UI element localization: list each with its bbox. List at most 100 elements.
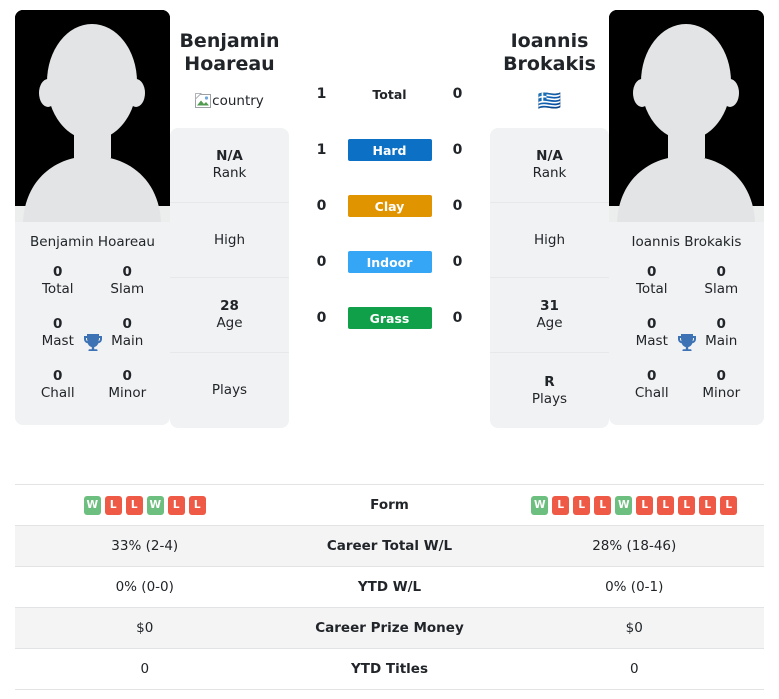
table-row-ytd-titles: 0 YTD Titles 0	[15, 649, 764, 690]
left-info-rank: N/A Rank	[170, 128, 289, 204]
right-title-chall-label: Chall	[634, 384, 669, 401]
left-info-age-value: 28	[220, 298, 239, 315]
left-form-badge-list: W L L W L L	[15, 495, 275, 515]
right-career-prize-money: $0	[625, 620, 643, 636]
left-titles-grid: 0 Total 0 Slam 0 Mast 0 Main 0 Chall 0 M…	[15, 260, 170, 425]
right-title-total-value: 0	[647, 264, 657, 281]
form-badge: L	[657, 495, 675, 515]
right-player-info-card: N/A Rank High 31 Age R Plays	[490, 128, 609, 429]
left-player-identity: Benjamin Hoareau country N/A Rank High 2…	[170, 10, 289, 429]
right-player-identity: Ioannis Brokakis 🇬🇷 N/A Rank High 31 Age	[490, 10, 609, 429]
surface-row-indoor: 0 Indoor 0	[289, 234, 490, 290]
left-career-prize-money: $0	[136, 620, 154, 636]
surface-row-grass: 0 Grass 0	[289, 290, 490, 346]
left-country-alt-text: country	[212, 93, 264, 110]
right-player-name: Ioannis Brokakis	[503, 30, 596, 76]
left-title-minor: 0 Minor	[93, 368, 163, 402]
greece-flag-icon: 🇬🇷	[537, 89, 562, 112]
right-form-badge-list: W L L L W L L L L L	[505, 495, 765, 515]
left-title-chall: 0 Chall	[23, 368, 93, 402]
surface-grass-chip[interactable]: Grass	[347, 307, 432, 329]
surface-hard-left-score: 1	[316, 142, 327, 158]
left-title-minor-value: 0	[122, 367, 132, 384]
person-silhouette-icon	[15, 10, 170, 222]
left-career-total-wl: 33% (2-4)	[111, 538, 179, 554]
form-badge: L	[720, 495, 738, 515]
h2h-comparison-page: Benjamin Hoareau 0 Total 0 Slam 0 Mast 0…	[0, 0, 779, 699]
right-career-total-wl: 28% (18-46)	[592, 538, 677, 554]
surface-total-label: Total	[372, 86, 407, 102]
surface-hard-chip[interactable]: Hard	[347, 139, 432, 161]
surface-clay-chip[interactable]: Clay	[347, 195, 432, 217]
right-info-plays-label: Plays	[531, 390, 568, 407]
form-badge: L	[636, 495, 654, 515]
surface-indoor-chip[interactable]: Indoor	[347, 251, 432, 273]
left-avatar-player-name: Benjamin Hoareau	[30, 234, 155, 250]
left-title-total-value: 0	[53, 264, 63, 281]
left-info-age: 28 Age	[170, 278, 289, 354]
surface-clay-right-score: 0	[452, 198, 463, 214]
right-title-slam: 0 Slam	[687, 264, 757, 298]
right-info-plays-value: R	[544, 373, 555, 390]
left-info-rank-label: Rank	[212, 165, 247, 182]
left-info-high: High	[170, 203, 289, 279]
right-ytd-wl: 0% (0-1)	[605, 579, 664, 595]
trophy-icon	[675, 331, 699, 355]
form-badge: L	[188, 495, 206, 515]
form-badge: L	[167, 495, 185, 515]
right-title-minor-label: Minor	[702, 384, 741, 401]
right-info-high: High	[490, 203, 609, 279]
stat-label-career-prize-money: Career Prize Money	[315, 620, 464, 636]
right-player-card: Ioannis Brokakis 0 Total 0 Slam 0 Mast 0…	[609, 10, 764, 426]
right-title-minor: 0 Minor	[687, 368, 757, 402]
left-title-chall-value: 0	[53, 367, 63, 384]
left-player-info-card: N/A Rank High 28 Age Plays	[170, 128, 289, 429]
right-titles-grid: 0 Total 0 Slam 0 Mast 0 Main 0 Chall 0 M…	[609, 260, 764, 425]
right-info-age: 31 Age	[490, 278, 609, 354]
stat-label-ytd-titles: YTD Titles	[351, 661, 428, 677]
left-title-total: 0 Total	[23, 264, 93, 298]
table-row-ytd-wl: 0% (0-0) YTD W/L 0% (0-1)	[15, 567, 764, 608]
left-info-high-label: High	[213, 231, 246, 248]
surface-row-total: 1 Total 0	[289, 66, 490, 122]
form-badge: L	[125, 495, 143, 515]
right-title-slam-value: 0	[716, 264, 726, 281]
right-info-rank-label: Rank	[532, 165, 567, 182]
surface-grass-left-score: 0	[316, 310, 327, 326]
person-silhouette-icon	[609, 10, 764, 222]
surface-total-left-score: 1	[316, 86, 327, 102]
right-title-slam-label: Slam	[704, 281, 739, 298]
trophy-icon	[81, 331, 105, 355]
left-title-minor-label: Minor	[108, 384, 147, 401]
left-info-age-label: Age	[216, 315, 243, 332]
players-header: Benjamin Hoareau 0 Total 0 Slam 0 Mast 0…	[0, 0, 779, 472]
left-title-slam: 0 Slam	[93, 264, 163, 298]
surface-hard-right-score: 0	[452, 142, 463, 158]
surface-indoor-right-score: 0	[452, 254, 463, 270]
right-info-plays: R Plays	[490, 353, 609, 428]
left-player-avatar	[15, 10, 170, 222]
form-badge: W	[531, 495, 549, 515]
right-title-total-label: Total	[635, 281, 668, 298]
surface-clay-left-score: 0	[316, 198, 327, 214]
left-title-slam-label: Slam	[110, 281, 145, 298]
comparison-stats-table: W L L W L L Form W L L L W L L L L L 33%…	[15, 484, 764, 690]
right-avatar-player-name: Ioannis Brokakis	[631, 234, 742, 250]
left-info-rank-value: N/A	[216, 148, 243, 165]
right-info-age-label: Age	[536, 315, 563, 332]
right-info-rank-value: N/A	[536, 148, 563, 165]
surface-indoor-left-score: 0	[316, 254, 327, 270]
form-badge: L	[699, 495, 717, 515]
left-ytd-titles: 0	[140, 661, 150, 677]
right-ytd-titles: 0	[629, 661, 639, 677]
form-badge: W	[615, 495, 633, 515]
left-title-total-label: Total	[41, 281, 74, 298]
form-badge: L	[552, 495, 570, 515]
surface-row-clay: 0 Clay 0	[289, 178, 490, 234]
left-player-name: Benjamin Hoareau	[179, 30, 279, 76]
left-title-chall-label: Chall	[40, 384, 75, 401]
form-badge: L	[104, 495, 122, 515]
surface-grass-right-score: 0	[452, 310, 463, 326]
surface-breakdown: 1 Total 0 1 Hard 0 0 Clay 0 0 Indoor 0 0	[289, 10, 490, 346]
right-player-name-line1: Ioannis	[510, 30, 589, 52]
